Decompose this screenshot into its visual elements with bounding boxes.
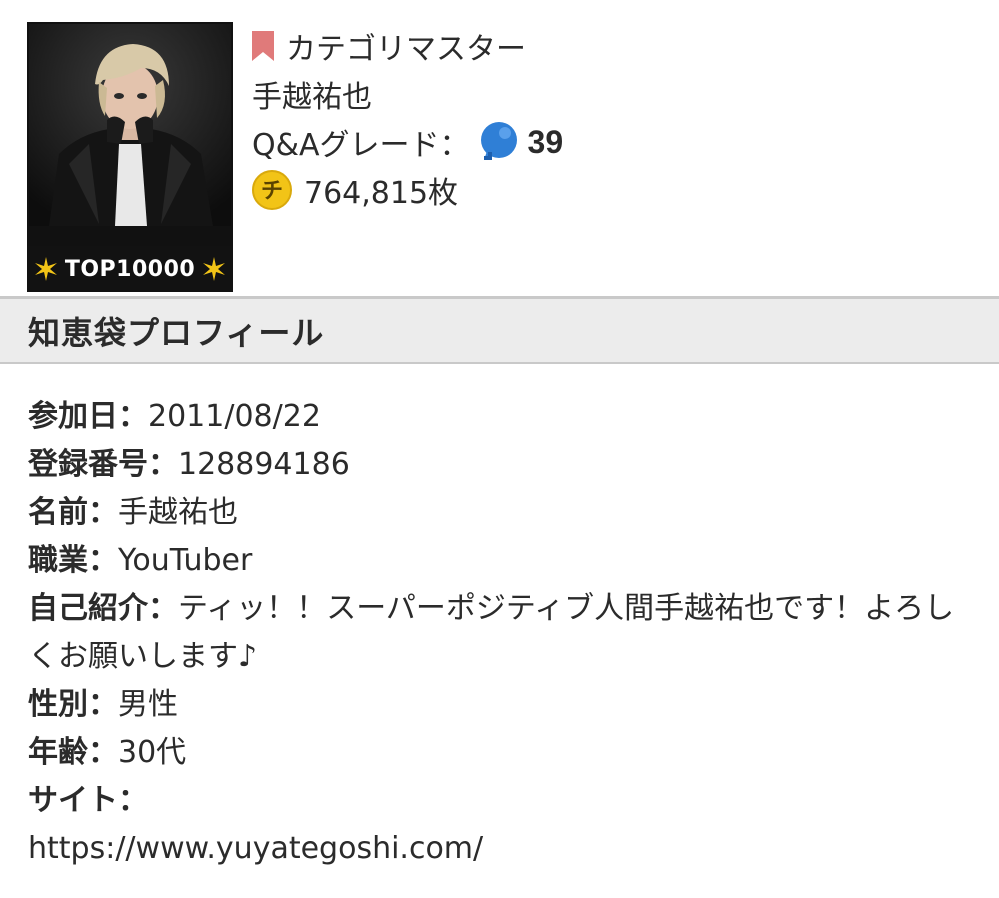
profile-label: 年齢： [28,735,118,770]
bookmark-icon [252,31,274,61]
profile-row-bio: 自己紹介：ティッ！！スーパーポジティブ人間手越祐也です！よろしくお願いします♪ [28,585,978,681]
profile-row-joined: 参加日：2011/08/22 [28,393,978,441]
sparkle-icon [203,257,226,281]
user-name[interactable]: 手越祐也 [252,72,372,116]
speech-bubble-icon [480,122,517,160]
profile-row-age: 年齢：30代 [28,729,978,777]
coin-glyph: チ [261,179,283,204]
profile-value: 30代 [118,735,187,770]
grade-label: Q&Aグレード： [252,128,470,163]
sparkle-icon [34,257,57,281]
profile-row-site-url[interactable]: https://www.yuyategoshi.com/ [28,825,978,873]
profile-label: 性別： [28,687,118,722]
grade-row: Q&Aグレード： 39 [252,118,972,166]
user-avatar-card[interactable]: TOP10000 [27,22,233,292]
profile-label: 登録番号： [28,447,178,482]
user-name-row[interactable]: 手越祐也 [252,70,972,118]
profile-value: 128894186 [178,447,350,482]
profile-label: サイト： [28,783,148,818]
avatar[interactable] [29,24,231,226]
coin-icon: チ [252,170,292,210]
rank-badge-label: TOP10000 [64,256,196,282]
profile-label: 職業： [28,543,118,578]
profile-details: 参加日：2011/08/22 登録番号：128894186 名前：手越祐也 職業… [28,393,978,873]
avatar-photo [29,24,231,226]
user-info: カテゴリマスター 手越祐也 Q&Aグレード： 39 チ 764,815枚 [252,22,972,214]
profile-row-registration: 登録番号：128894186 [28,441,978,489]
coins-row: チ 764,815枚 [252,166,972,214]
profile-section-header: 知恵袋プロフィール [0,296,999,364]
site-link[interactable]: https://www.yuyategoshi.com/ [28,831,483,866]
category-master-row: カテゴリマスター [252,22,972,70]
profile-value: 2011/08/22 [148,399,321,434]
profile-value: 男性 [118,687,178,722]
profile-value: 手越祐也 [118,495,238,530]
profile-row-gender: 性別：男性 [28,681,978,729]
profile-row-occupation: 職業：YouTuber [28,537,978,585]
grade-value: 39 [527,123,564,160]
coin-count: 764,815枚 [304,176,459,211]
profile-row-site-label: サイト： [28,777,978,825]
rank-badge: TOP10000 [27,246,233,292]
profile-label: 名前： [28,495,118,530]
profile-row-name: 名前：手越祐也 [28,489,978,537]
profile-label: 参加日： [28,399,148,434]
profile-label: 自己紹介： [28,591,178,626]
category-master-label: カテゴリマスター [286,32,526,67]
section-title: 知恵袋プロフィール [28,313,325,352]
profile-value: YouTuber [118,543,253,578]
